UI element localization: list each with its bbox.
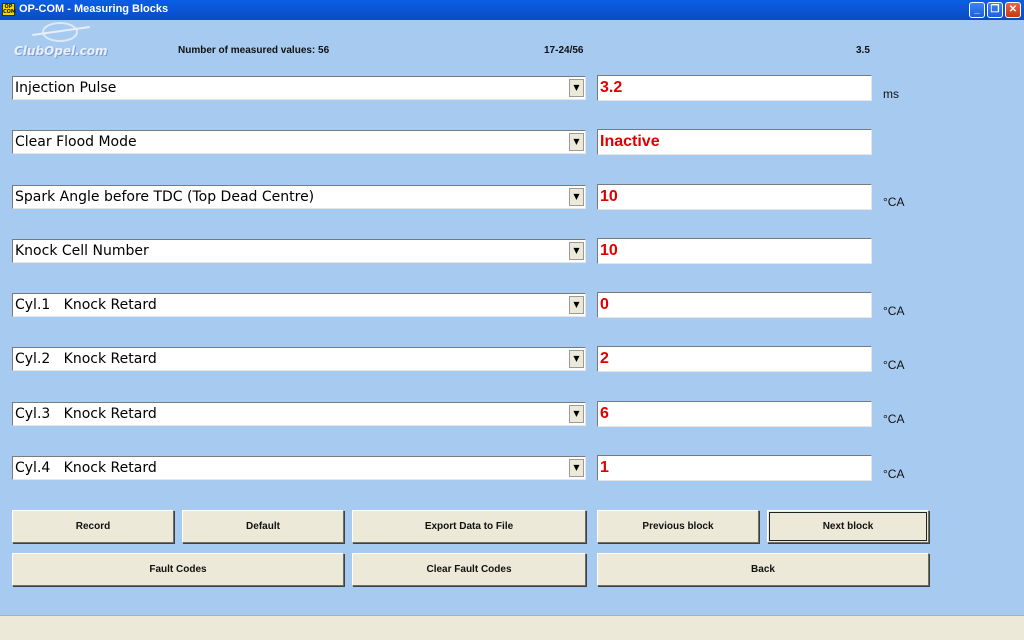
measure-select-7[interactable]: Cyl.3 Knock Retard ▼ (12, 402, 586, 426)
chevron-down-icon[interactable]: ▼ (569, 405, 584, 423)
chevron-down-icon[interactable]: ▼ (569, 242, 584, 260)
value-text: 10 (600, 188, 618, 205)
measure-unit-5: °CA (883, 304, 905, 318)
measure-unit-8: °CA (883, 467, 905, 481)
title-bar: OP COM OP-COM - Measuring Blocks _ ❐ ✕ (0, 0, 1024, 20)
version-label: 3.5 (856, 45, 870, 56)
status-bar (0, 615, 1024, 640)
chevron-down-icon[interactable]: ▼ (569, 296, 584, 314)
next-block-button[interactable]: Next block (767, 510, 929, 543)
measure-value-6: 2 (597, 346, 872, 372)
measure-label: Cyl.3 Knock Retard (15, 406, 157, 422)
measure-value-2: Inactive (597, 129, 872, 155)
record-button[interactable]: Record (12, 510, 174, 543)
default-button[interactable]: Default (182, 510, 344, 543)
measure-label: Spark Angle before TDC (Top Dead Centre) (15, 189, 315, 205)
window-title: OP-COM - Measuring Blocks (19, 3, 169, 15)
measure-label: Cyl.4 Knock Retard (15, 460, 157, 476)
measure-value-8: 1 (597, 455, 872, 481)
value-text: 0 (600, 296, 609, 313)
value-text: 10 (600, 242, 618, 259)
chevron-down-icon[interactable]: ▼ (569, 79, 584, 97)
chevron-down-icon[interactable]: ▼ (569, 133, 584, 151)
export-data-button[interactable]: Export Data to File (352, 510, 586, 543)
chevron-down-icon[interactable]: ▼ (569, 459, 584, 477)
block-range: 17-24/56 (544, 45, 584, 56)
chevron-down-icon[interactable]: ▼ (569, 188, 584, 206)
measure-value-7: 6 (597, 401, 872, 427)
back-button[interactable]: Back (597, 553, 929, 586)
measure-select-4[interactable]: Knock Cell Number ▼ (12, 239, 586, 263)
measure-unit-3: °CA (883, 195, 905, 209)
measured-values-count: Number of measured values: 56 (178, 45, 330, 56)
measure-unit-6: °CA (883, 358, 905, 372)
value-text: Inactive (600, 133, 660, 150)
measure-label: Cyl.1 Knock Retard (15, 297, 157, 313)
value-text: 6 (600, 405, 609, 422)
measure-value-4: 10 (597, 238, 872, 264)
previous-block-button[interactable]: Previous block (597, 510, 759, 543)
value-text: 1 (600, 459, 609, 476)
maximize-icon[interactable]: ❐ (987, 2, 1003, 18)
close-icon[interactable]: ✕ (1005, 2, 1021, 18)
logo-text: ClubOpel.com (14, 44, 108, 58)
app-icon: OP COM (2, 3, 16, 16)
value-text: 3.2 (600, 79, 623, 96)
measure-label: Injection Pulse (15, 80, 117, 96)
clear-fault-codes-button[interactable]: Clear Fault Codes (352, 553, 586, 586)
measure-value-1: 3.2 (597, 75, 872, 101)
measure-unit-1: ms (883, 87, 899, 101)
measure-select-5[interactable]: Cyl.1 Knock Retard ▼ (12, 293, 586, 317)
measure-select-6[interactable]: Cyl.2 Knock Retard ▼ (12, 347, 586, 371)
measure-select-1[interactable]: Injection Pulse ▼ (12, 76, 586, 100)
measure-label: Cyl.2 Knock Retard (15, 351, 157, 367)
value-text: 2 (600, 350, 609, 367)
chevron-down-icon[interactable]: ▼ (569, 350, 584, 368)
minimize-icon[interactable]: _ (969, 2, 985, 18)
measure-value-3: 10 (597, 184, 872, 210)
measure-select-2[interactable]: Clear Flood Mode ▼ (12, 130, 586, 154)
clubopel-logo: ClubOpel.com (12, 22, 122, 62)
measure-select-8[interactable]: Cyl.4 Knock Retard ▼ (12, 456, 586, 480)
measure-label: Clear Flood Mode (15, 134, 137, 150)
measure-unit-7: °CA (883, 412, 905, 426)
fault-codes-button[interactable]: Fault Codes (12, 553, 344, 586)
measure-select-3[interactable]: Spark Angle before TDC (Top Dead Centre)… (12, 185, 586, 209)
measure-value-5: 0 (597, 292, 872, 318)
measure-label: Knock Cell Number (15, 243, 149, 259)
